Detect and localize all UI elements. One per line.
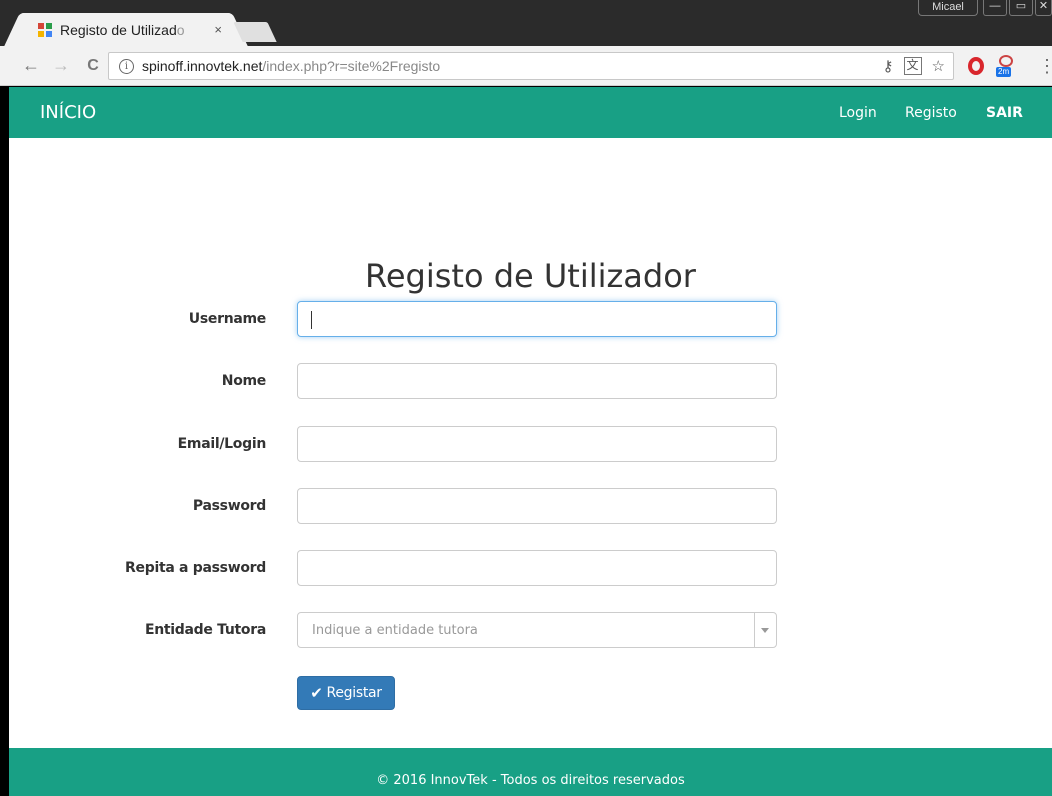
info-icon[interactable]: i bbox=[119, 58, 134, 74]
repeat-password-input[interactable] bbox=[297, 550, 777, 586]
site-favicon-icon bbox=[38, 22, 52, 37]
back-icon[interactable]: ← bbox=[18, 55, 44, 76]
nav-registo-link[interactable]: Registo bbox=[905, 105, 957, 121]
minimize-button[interactable]: — bbox=[983, 0, 1007, 16]
select-arrow-box[interactable] bbox=[754, 613, 776, 647]
registar-label: Registar bbox=[326, 685, 383, 701]
site-footer: © 2016 InnovTek - Todos os direitos rese… bbox=[9, 748, 1052, 796]
repeat-password-row: Repita a password bbox=[9, 550, 1052, 586]
url-host: spinoff.innovtek.net bbox=[142, 58, 263, 74]
check-icon: ✔ bbox=[310, 684, 323, 702]
extension-badge: 2m bbox=[996, 67, 1012, 77]
entidade-select[interactable]: Indique a entidade tutora bbox=[297, 612, 777, 648]
email-label: Email/Login bbox=[177, 436, 267, 452]
brand-link[interactable]: INÍCIO bbox=[40, 102, 96, 123]
reload-icon[interactable]: C bbox=[80, 57, 106, 75]
star-icon[interactable]: ☆ bbox=[932, 57, 945, 75]
tab-close-icon[interactable]: × bbox=[214, 22, 222, 37]
web-page: INÍCIO Login Registo SAIR Registo de Uti… bbox=[9, 87, 1052, 796]
email-input[interactable] bbox=[297, 426, 777, 462]
nav-login-link[interactable]: Login bbox=[839, 105, 877, 121]
key-icon[interactable]: ⚷ bbox=[883, 57, 894, 75]
email-row: Email/Login bbox=[9, 426, 1052, 462]
nome-label: Nome bbox=[221, 373, 267, 389]
tab-title: Registo de Utilizado bbox=[60, 21, 185, 38]
password-row: Password bbox=[9, 488, 1052, 524]
nav-sair-link[interactable]: SAIR bbox=[986, 105, 1023, 121]
entidade-label: Entidade Tutora bbox=[144, 622, 266, 638]
browser-titlebar: Registo de Utilizado × Micael — ▭ ✕ bbox=[0, 0, 1052, 46]
page-title: Registo de Utilizador bbox=[365, 257, 696, 295]
password-input[interactable] bbox=[297, 488, 777, 524]
address-bar[interactable]: i spinoff.innovtek.net/index.php?r=site%… bbox=[108, 52, 954, 80]
menu-icon[interactable]: ⋮ bbox=[1038, 56, 1052, 77]
forward-icon[interactable]: → bbox=[48, 55, 74, 76]
maximize-button[interactable]: ▭ bbox=[1009, 0, 1033, 16]
username-input[interactable] bbox=[297, 301, 777, 337]
window-user-button[interactable]: Micael bbox=[918, 0, 978, 16]
chevron-down-icon bbox=[761, 628, 769, 633]
password-label: Password bbox=[192, 498, 266, 514]
repeat-password-label: Repita a password bbox=[125, 560, 266, 576]
translate-icon[interactable]: 文 bbox=[903, 57, 922, 75]
footer-text: © 2016 InnovTek - Todos os direitos rese… bbox=[376, 773, 685, 788]
nome-row: Nome bbox=[9, 363, 1052, 399]
entidade-row: Entidade Tutora Indique a entidade tutor… bbox=[9, 612, 1052, 648]
url-path: /index.php?r=site%2Fregisto bbox=[262, 58, 441, 74]
close-window-button[interactable]: ✕ bbox=[1035, 0, 1052, 16]
entidade-placeholder: Indique a entidade tutora bbox=[312, 623, 478, 638]
site-navbar: INÍCIO Login Registo SAIR bbox=[9, 87, 1052, 138]
opera-icon[interactable] bbox=[968, 57, 984, 75]
extension-icon[interactable]: 2m bbox=[996, 55, 1018, 77]
username-label: Username bbox=[188, 311, 267, 327]
registar-button[interactable]: ✔ Registar bbox=[297, 676, 395, 710]
browser-tab[interactable]: Registo de Utilizado × bbox=[20, 13, 232, 46]
browser-toolbar: ← → C i spinoff.innovtek.net/index.php?r… bbox=[0, 46, 1052, 86]
username-row: Username bbox=[9, 301, 1052, 337]
nome-input[interactable] bbox=[297, 363, 777, 399]
